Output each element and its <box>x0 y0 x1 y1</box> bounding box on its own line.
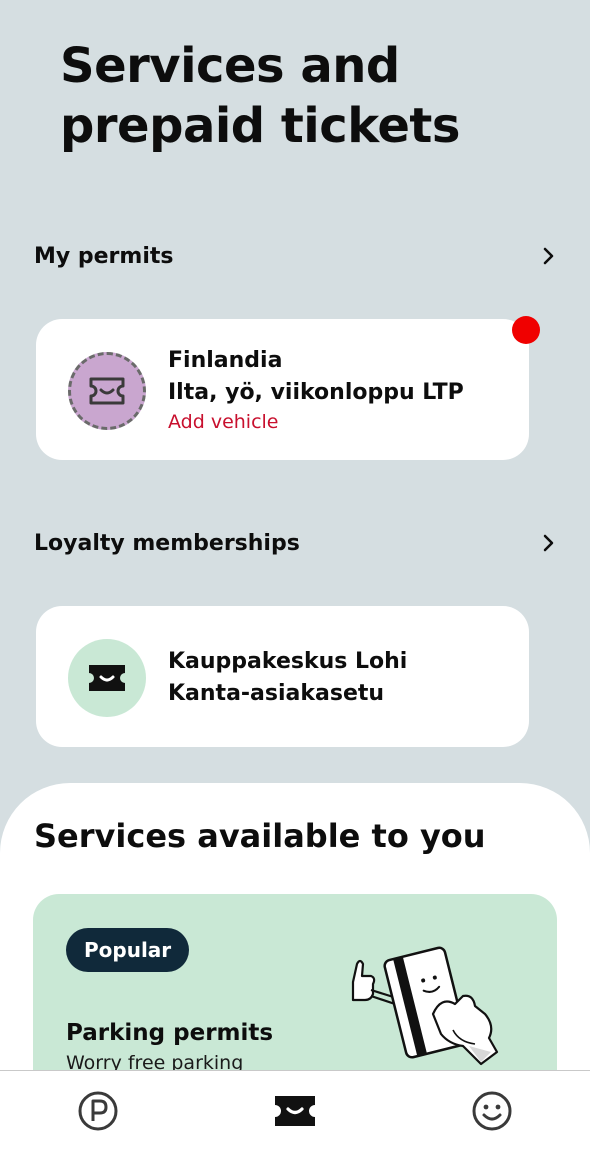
notification-dot <box>512 316 540 344</box>
ticket-icon <box>89 377 125 405</box>
nav-tickets[interactable] <box>255 1081 335 1141</box>
loyalty-name: Kauppakeskus Lohi <box>168 649 408 674</box>
promo-title: Parking permits <box>66 1020 274 1046</box>
loyalty-memberships-label: Loyalty memberships <box>34 530 300 556</box>
loyalty-ticket-icon <box>68 639 146 717</box>
my-permits-label: My permits <box>34 243 174 269</box>
loyalty-memberships-header[interactable]: Loyalty memberships <box>34 528 556 558</box>
ticket-icon <box>274 1096 315 1126</box>
permit-card[interactable]: Finlandia Ilta, yö, viikonloppu LTP Add … <box>36 316 540 460</box>
chevron-right-icon <box>543 247 554 265</box>
services-sheet: Services available to you Popular Parkin… <box>0 783 590 1083</box>
permit-name: Finlandia <box>168 348 283 373</box>
permit-type: Ilta, yö, viikonloppu LTP <box>168 380 464 405</box>
nav-account[interactable] <box>452 1081 532 1141</box>
my-permits-header[interactable]: My permits <box>34 241 556 271</box>
bottom-nav <box>0 1070 590 1151</box>
permit-ticket-icon <box>68 352 146 430</box>
page-title: Services and prepaid tickets <box>60 38 460 154</box>
services-title: Services available to you <box>34 817 486 855</box>
chevron-right-icon <box>543 534 554 552</box>
nav-parking[interactable] <box>58 1081 138 1141</box>
parking-icon <box>78 1091 118 1131</box>
loyalty-card[interactable]: Kauppakeskus Lohi Kanta-asiakasetu <box>36 606 529 747</box>
smiley-icon <box>472 1091 512 1131</box>
hand-holding-card-illustration <box>351 946 499 1066</box>
popular-badge: Popular <box>66 928 190 972</box>
ticket-icon <box>89 665 125 691</box>
parking-permits-promo-card[interactable]: Popular Parking permits Worry free parki… <box>33 894 557 1083</box>
loyalty-type: Kanta-asiakasetu <box>168 681 385 706</box>
add-vehicle-link[interactable]: Add vehicle <box>168 409 464 435</box>
